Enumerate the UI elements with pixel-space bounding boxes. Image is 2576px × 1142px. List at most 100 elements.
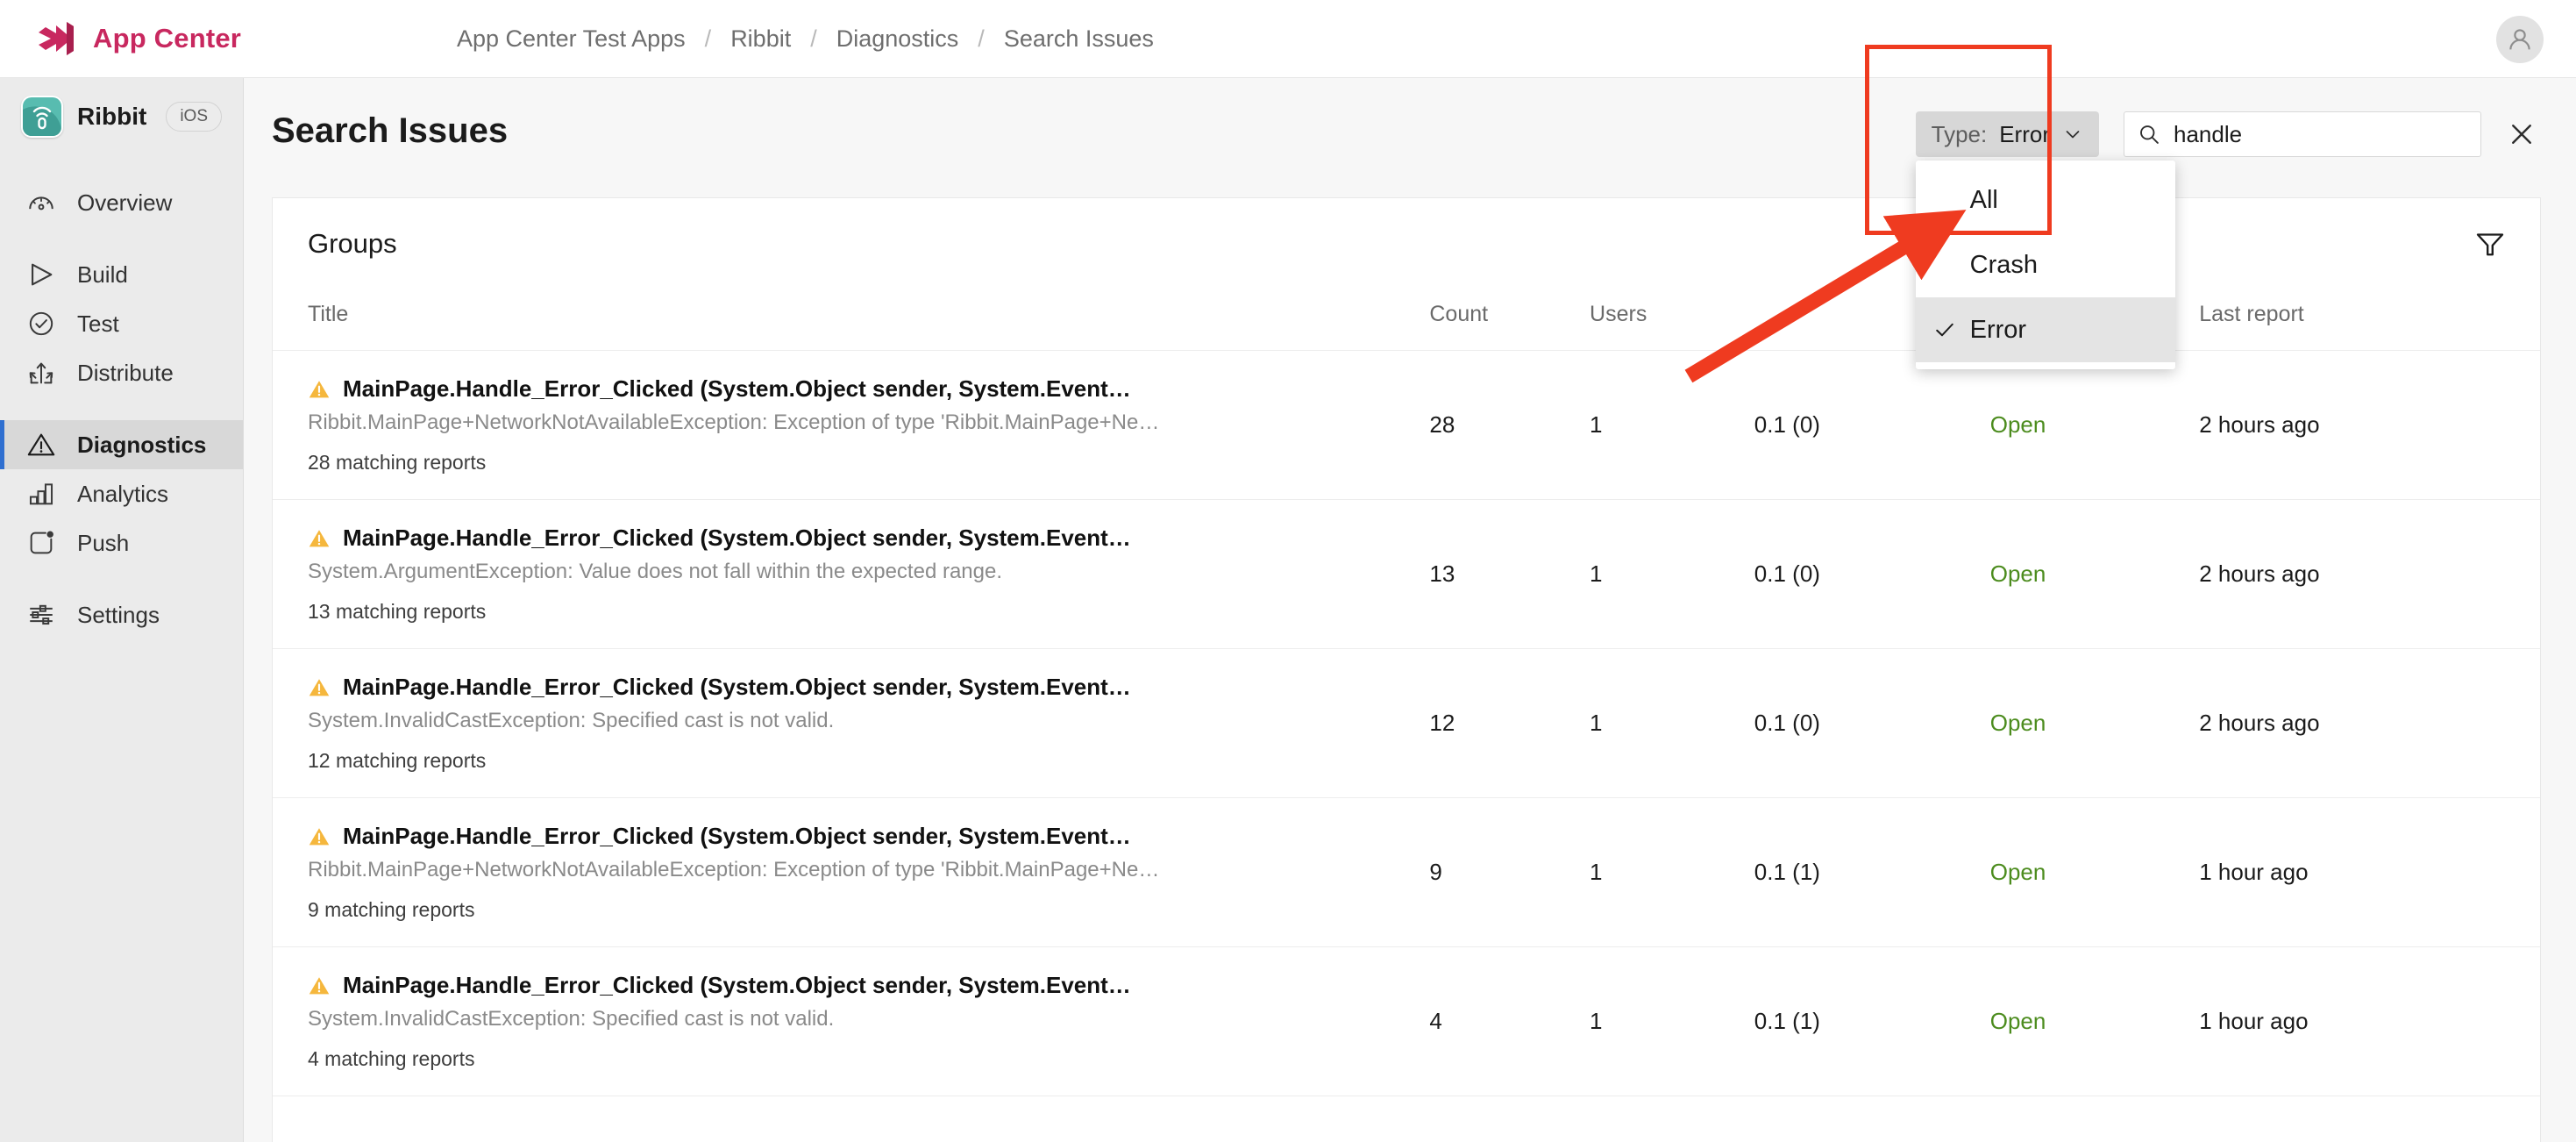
brand-name: App Center: [93, 23, 242, 54]
table-row[interactable]: MainPage.Handle_Error_Clicked (System.Ob…: [273, 797, 2540, 947]
issue-reports-count: 4 matching reports: [308, 1047, 475, 1070]
issue-subtitle: System.InvalidCastException: Specified c…: [308, 1007, 835, 1031]
groups-title: Groups: [308, 228, 397, 259]
sidebar-item-label: Test: [77, 310, 119, 337]
gauge-icon: [29, 196, 53, 211]
issue-users: 1: [1590, 350, 1754, 500]
column-header-last-report[interactable]: Last report: [2199, 289, 2540, 351]
distribute-icon: [29, 362, 53, 384]
issue-last-report: 1 hour ago: [2199, 797, 2540, 947]
status-badge: Open: [1989, 648, 2200, 798]
search-icon: [2140, 125, 2159, 144]
column-header-count[interactable]: Count: [1429, 289, 1590, 351]
sidebar-item-label: Settings: [77, 601, 160, 628]
issue-users: 1: [1590, 797, 1754, 947]
breadcrumb-item-1[interactable]: Ribbit: [730, 25, 791, 53]
search-input-value: handle: [2174, 120, 2243, 147]
sidebar-app-header[interactable]: Ribbit iOS: [0, 78, 243, 155]
issue-subtitle: Ribbit.MainPage+NetworkNotAvailableExcep…: [308, 858, 1160, 881]
type-option-all[interactable]: All: [1916, 168, 2175, 232]
table-row[interactable]: MainPage.Handle_Error_Clicked (System.Ob…: [273, 946, 2540, 1096]
issue-last-report: 1 hour ago: [2199, 946, 2540, 1096]
user-avatar-icon: [2509, 29, 2530, 50]
breadcrumb-item-3[interactable]: Search Issues: [1004, 25, 1154, 53]
warning-triangle-icon: [309, 380, 330, 397]
issue-title-text: MainPage.Handle_Error_Clicked (System.Ob…: [343, 823, 1131, 849]
sidebar-item-diagnostics[interactable]: Diagnostics: [0, 420, 243, 469]
table-row[interactable]: MainPage.Handle_Error_Clicked (System.Ob…: [273, 499, 2540, 649]
warning-triangle-icon: [309, 529, 330, 546]
issue-last-report: 2 hours ago: [2199, 499, 2540, 649]
table-header-row: Title Count Users Status Last report: [273, 289, 2540, 351]
push-notification-icon: [30, 531, 53, 554]
type-filter-dropdown[interactable]: Type: Error All Crash Error: [1915, 111, 2175, 369]
sidebar-item-analytics[interactable]: Analytics: [0, 469, 243, 518]
type-filter-value: Error: [1999, 120, 2050, 147]
sidebar-item-test[interactable]: Test: [0, 299, 243, 348]
column-header-title[interactable]: Title: [273, 289, 1430, 351]
type-option-crash[interactable]: Crash: [1916, 232, 2175, 297]
type-option-error[interactable]: Error: [1915, 297, 2175, 362]
close-search-button[interactable]: [2504, 117, 2539, 152]
close-icon: [2512, 125, 2531, 144]
issue-title[interactable]: MainPage.Handle_Error_Clicked (System.Ob…: [308, 823, 1429, 850]
issue-title-text: MainPage.Handle_Error_Clicked (System.Ob…: [343, 972, 1131, 998]
sidebar-item-build[interactable]: Build: [0, 250, 243, 299]
type-option-label: Error: [1969, 315, 2027, 344]
sidebar-item-label: Build: [77, 261, 128, 288]
chevron-down-icon: [2066, 131, 2080, 139]
os-badge: iOS: [166, 102, 222, 132]
issue-title-cell: MainPage.Handle_Error_Clicked (System.Ob…: [273, 797, 1430, 947]
breadcrumb-separator: /: [978, 25, 985, 52]
sidebar-item-overview[interactable]: Overview: [0, 178, 243, 227]
issue-rate: 0.1 (0): [1754, 499, 1990, 649]
sidebar-item-label: Distribute: [77, 359, 174, 386]
table-row[interactable]: MainPage.Handle_Error_Clicked (System.Ob…: [273, 648, 2540, 798]
issue-last-report: 2 hours ago: [2199, 648, 2540, 798]
issue-rate: 0.1 (0): [1754, 350, 1990, 500]
issue-reports-count: 13 matching reports: [308, 600, 487, 623]
brand[interactable]: App Center: [0, 20, 457, 57]
sidebar-item-settings[interactable]: Settings: [0, 590, 243, 639]
issue-users: 1: [1590, 648, 1754, 798]
sidebar-app-name: Ribbit: [77, 103, 147, 130]
type-option-label: All: [1969, 185, 1998, 214]
issue-title-cell: MainPage.Handle_Error_Clicked (System.Ob…: [273, 946, 1430, 1096]
sidebar-item-label: Overview: [77, 189, 173, 216]
column-header-users[interactable]: Users: [1590, 289, 1754, 351]
issue-title[interactable]: MainPage.Handle_Error_Clicked (System.Ob…: [308, 375, 1429, 403]
search-input[interactable]: handle: [2124, 111, 2481, 157]
issue-rate: 0.1 (1): [1754, 946, 1990, 1096]
warning-triangle-icon: [309, 827, 330, 845]
sidebar-item-push[interactable]: Push: [0, 518, 243, 567]
status-badge: Open: [1989, 350, 2200, 500]
status-badge: Open: [1989, 499, 2200, 649]
groups-card: Groups Title Count Users Status Last re: [272, 197, 2541, 1142]
sidebar-item-distribute[interactable]: Distribute: [0, 348, 243, 397]
sidebar-item-label: Push: [77, 529, 130, 556]
groups-card-header: Groups: [273, 198, 2540, 289]
issue-count: 12: [1429, 648, 1590, 798]
issue-users: 1: [1590, 946, 1754, 1096]
type-option-label: Crash: [1969, 250, 2038, 279]
issue-title[interactable]: MainPage.Handle_Error_Clicked (System.Ob…: [308, 525, 1429, 552]
issue-count: 13: [1429, 499, 1590, 649]
issue-title[interactable]: MainPage.Handle_Error_Clicked (System.Ob…: [308, 972, 1429, 999]
play-icon: [32, 263, 53, 286]
issue-title[interactable]: MainPage.Handle_Error_Clicked (System.Ob…: [308, 674, 1429, 701]
table-row[interactable]: MainPage.Handle_Error_Clicked (System.Ob…: [273, 350, 2540, 500]
issue-rate: 0.1 (1): [1754, 797, 1990, 947]
issue-reports-count: 28 matching reports: [308, 451, 487, 474]
avatar[interactable]: [2496, 16, 2544, 63]
breadcrumb-item-2[interactable]: Diagnostics: [836, 25, 959, 53]
issue-users: 1: [1590, 499, 1754, 649]
app-center-logo: [39, 22, 74, 55]
status-badge: Open: [1989, 946, 2200, 1096]
issue-subtitle: Ribbit.MainPage+NetworkNotAvailableExcep…: [308, 410, 1160, 434]
issue-reports-count: 12 matching reports: [308, 749, 487, 772]
page-header: Search Issues Type: Error All Crash Erro…: [244, 78, 2576, 369]
filter-button[interactable]: [2472, 225, 2508, 262]
breadcrumb-item-0[interactable]: App Center Test Apps: [457, 25, 686, 53]
app-root: App Center App Center Test Apps / Ribbit…: [0, 0, 2576, 1142]
issue-subtitle: System.InvalidCastException: Specified c…: [308, 709, 835, 732]
